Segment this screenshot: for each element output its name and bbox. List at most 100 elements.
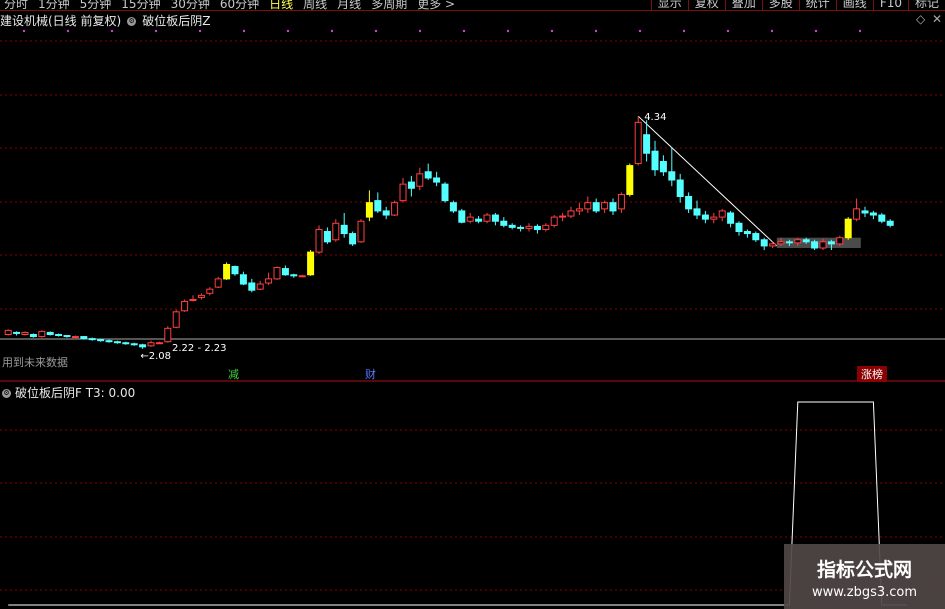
sub-indicator-label: 破位板后阴F T3: 0.00: [15, 386, 136, 400]
indicator-name[interactable]: 破位板后阴Z: [142, 14, 210, 28]
toolbar-button[interactable]: 画线: [835, 0, 873, 10]
main-title-bar: 建设机械(日线 前复权) ⚙ 破位板后阴Z: [0, 12, 210, 29]
marker-dot: [858, 29, 862, 33]
candle-body: [332, 222, 340, 241]
candle-body: [701, 214, 709, 220]
candle-body: [718, 210, 726, 218]
period-tab[interactable]: 日线: [269, 0, 293, 10]
marker-dot: [418, 29, 422, 33]
candle-body: [55, 333, 63, 337]
candle-body: [785, 241, 793, 244]
candle-body: [407, 181, 415, 189]
candle-body: [265, 278, 273, 284]
marker-dot: [198, 29, 202, 33]
toolbar-button[interactable]: 复权: [687, 0, 725, 10]
period-tab[interactable]: 分时: [4, 0, 28, 10]
candle-body: [819, 241, 827, 249]
period-tab[interactable]: 多周期: [371, 0, 407, 10]
candle-body: [769, 243, 777, 247]
candle-body: [399, 183, 407, 202]
toolbar-button[interactable]: F10: [872, 0, 908, 10]
period-tab[interactable]: 更多 >: [417, 0, 455, 10]
sub-indicator-line: [8, 401, 907, 606]
candle-body: [853, 208, 861, 220]
period-tab[interactable]: 60分钟: [220, 0, 259, 10]
candle-body: [273, 267, 281, 280]
candle-body: [281, 268, 289, 276]
candle-body: [449, 202, 457, 212]
candle-body: [197, 294, 205, 298]
marker-dot: [726, 29, 730, 33]
marker-dot: [286, 29, 290, 33]
candle-body: [508, 224, 516, 228]
candle-body: [38, 330, 46, 338]
candle-body: [139, 344, 147, 348]
period-tab[interactable]: 1分钟: [38, 0, 70, 10]
marker-dot: [242, 29, 246, 33]
candle-body: [634, 121, 642, 165]
kline-chart[interactable]: ←2.082.22 - 2.23 4.34: [0, 0, 945, 609]
toolbar-button[interactable]: 显示: [650, 0, 688, 10]
candle-body: [710, 216, 718, 220]
period-tab[interactable]: 5分钟: [80, 0, 112, 10]
candle-body: [248, 282, 256, 291]
candle-body: [365, 202, 373, 218]
candle-body: [122, 342, 130, 345]
period-tab[interactable]: 周线: [303, 0, 327, 10]
candle-body: [886, 220, 894, 226]
candle-body: [382, 210, 390, 216]
period-tab[interactable]: 30分钟: [171, 0, 210, 10]
candle-body: [13, 331, 21, 334]
candle-body: [592, 202, 600, 212]
candle-body: [811, 241, 819, 249]
candle-body: [760, 239, 768, 247]
candle-body: [491, 214, 499, 222]
candle-body: [802, 239, 810, 243]
marker-dot: [506, 29, 510, 33]
candle-body: [685, 196, 693, 210]
candle-body: [676, 179, 684, 198]
close-icon[interactable]: ✕: [932, 12, 942, 26]
marker-dot: [66, 29, 70, 33]
range-label: 2.22 - 2.23: [172, 343, 227, 354]
toolbar-button[interactable]: 叠加: [724, 0, 762, 10]
marker-dot: [770, 29, 774, 33]
period-tab[interactable]: 月线: [337, 0, 361, 10]
candle-body: [214, 278, 222, 288]
marker-dot: [550, 29, 554, 33]
candle-body: [475, 218, 483, 222]
candle-body: [63, 335, 71, 338]
candle-body: [458, 210, 466, 223]
candle-body: [659, 160, 667, 173]
candle-body: [584, 202, 592, 210]
candle-body: [391, 202, 399, 216]
settings-circle-icon[interactable]: ⚙: [2, 389, 11, 398]
toolbar-button[interactable]: 统计: [798, 0, 836, 10]
toolbar-button[interactable]: 多股: [761, 0, 799, 10]
candle-body: [21, 331, 29, 335]
candle-body: [4, 329, 12, 335]
marker-dot: [22, 29, 26, 33]
candle-body: [206, 288, 214, 294]
candle-body: [483, 214, 491, 222]
toolbar-button[interactable]: 标记: [907, 0, 945, 10]
candle-body: [836, 237, 844, 245]
sub-indicator-title[interactable]: ⚙ 破位板后阴F T3: 0.00: [2, 384, 135, 401]
candle-body: [290, 274, 298, 277]
candle-body: [441, 183, 449, 202]
candle-body: [172, 311, 180, 328]
candle-body: [189, 298, 197, 302]
candle-body: [80, 336, 88, 340]
candle-body: [315, 228, 323, 253]
marker-dot: [374, 29, 378, 33]
diamond-icon[interactable]: ◇: [916, 12, 925, 26]
candle-body: [542, 224, 550, 230]
candle-body: [71, 336, 79, 339]
signal-label: 减: [228, 368, 239, 381]
stock-title[interactable]: 建设机械(日线 前复权): [0, 14, 121, 28]
period-tab[interactable]: 15分钟: [121, 0, 160, 10]
settings-circle-icon[interactable]: ⚙: [127, 17, 137, 26]
candle-body: [752, 233, 760, 241]
candle-body: [626, 165, 634, 195]
candle-body: [340, 224, 348, 235]
